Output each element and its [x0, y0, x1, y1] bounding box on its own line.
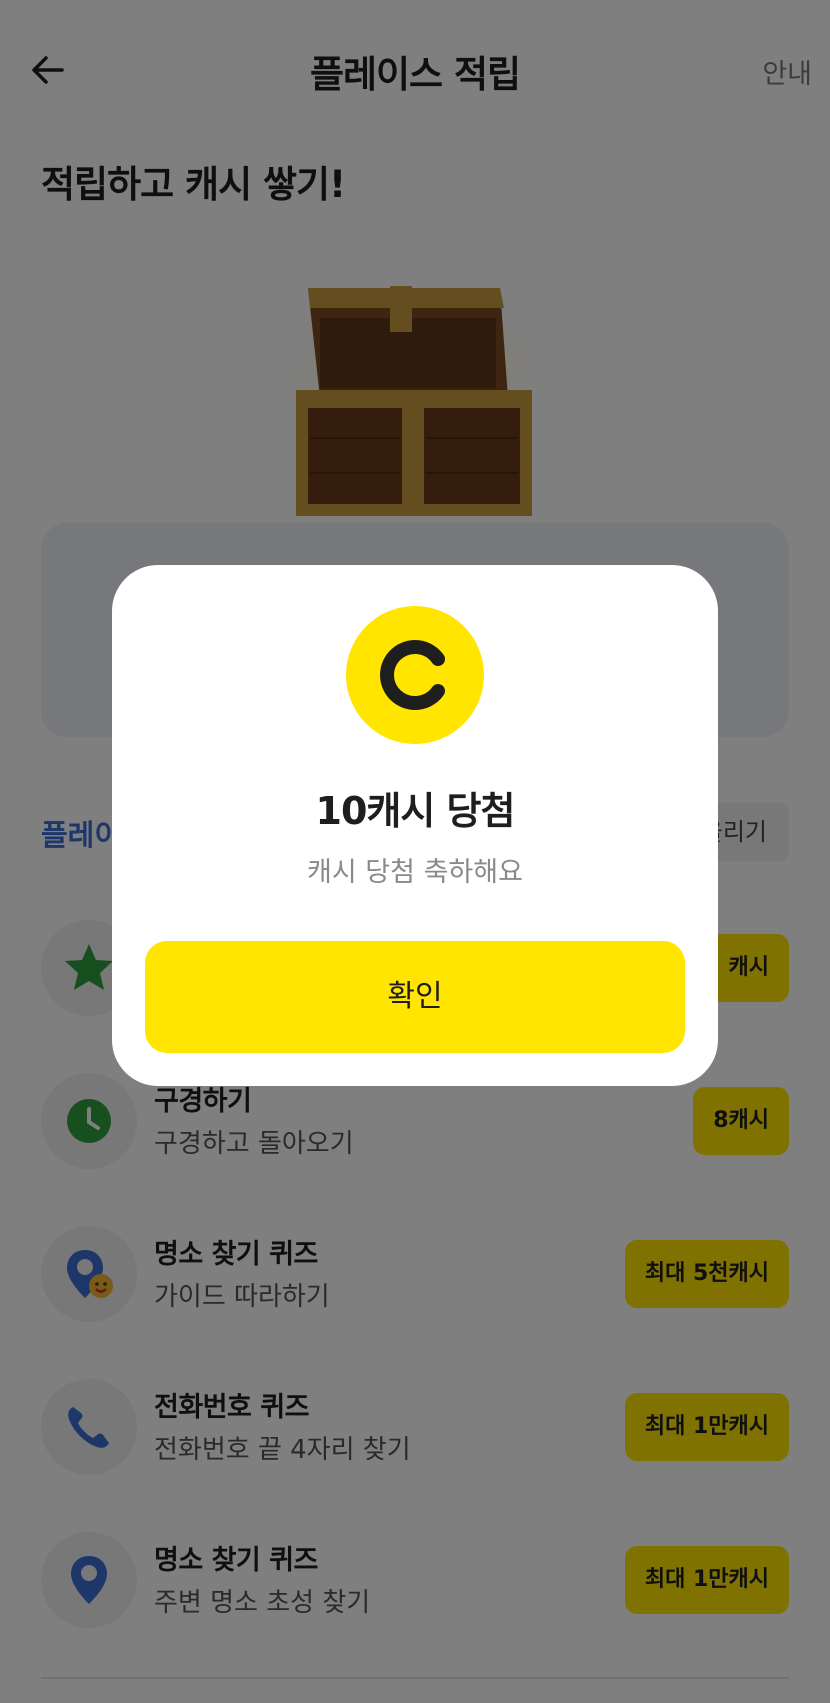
reward-modal: 10캐시 당첨 캐시 당첨 축하해요 확인 — [112, 565, 718, 1086]
modal-title: 10캐시 당첨 — [315, 789, 516, 833]
modal-subtitle: 캐시 당첨 축하해요 — [307, 857, 523, 888]
confirm-button[interactable]: 확인 — [145, 941, 685, 1053]
cash-coin-icon — [346, 606, 484, 744]
